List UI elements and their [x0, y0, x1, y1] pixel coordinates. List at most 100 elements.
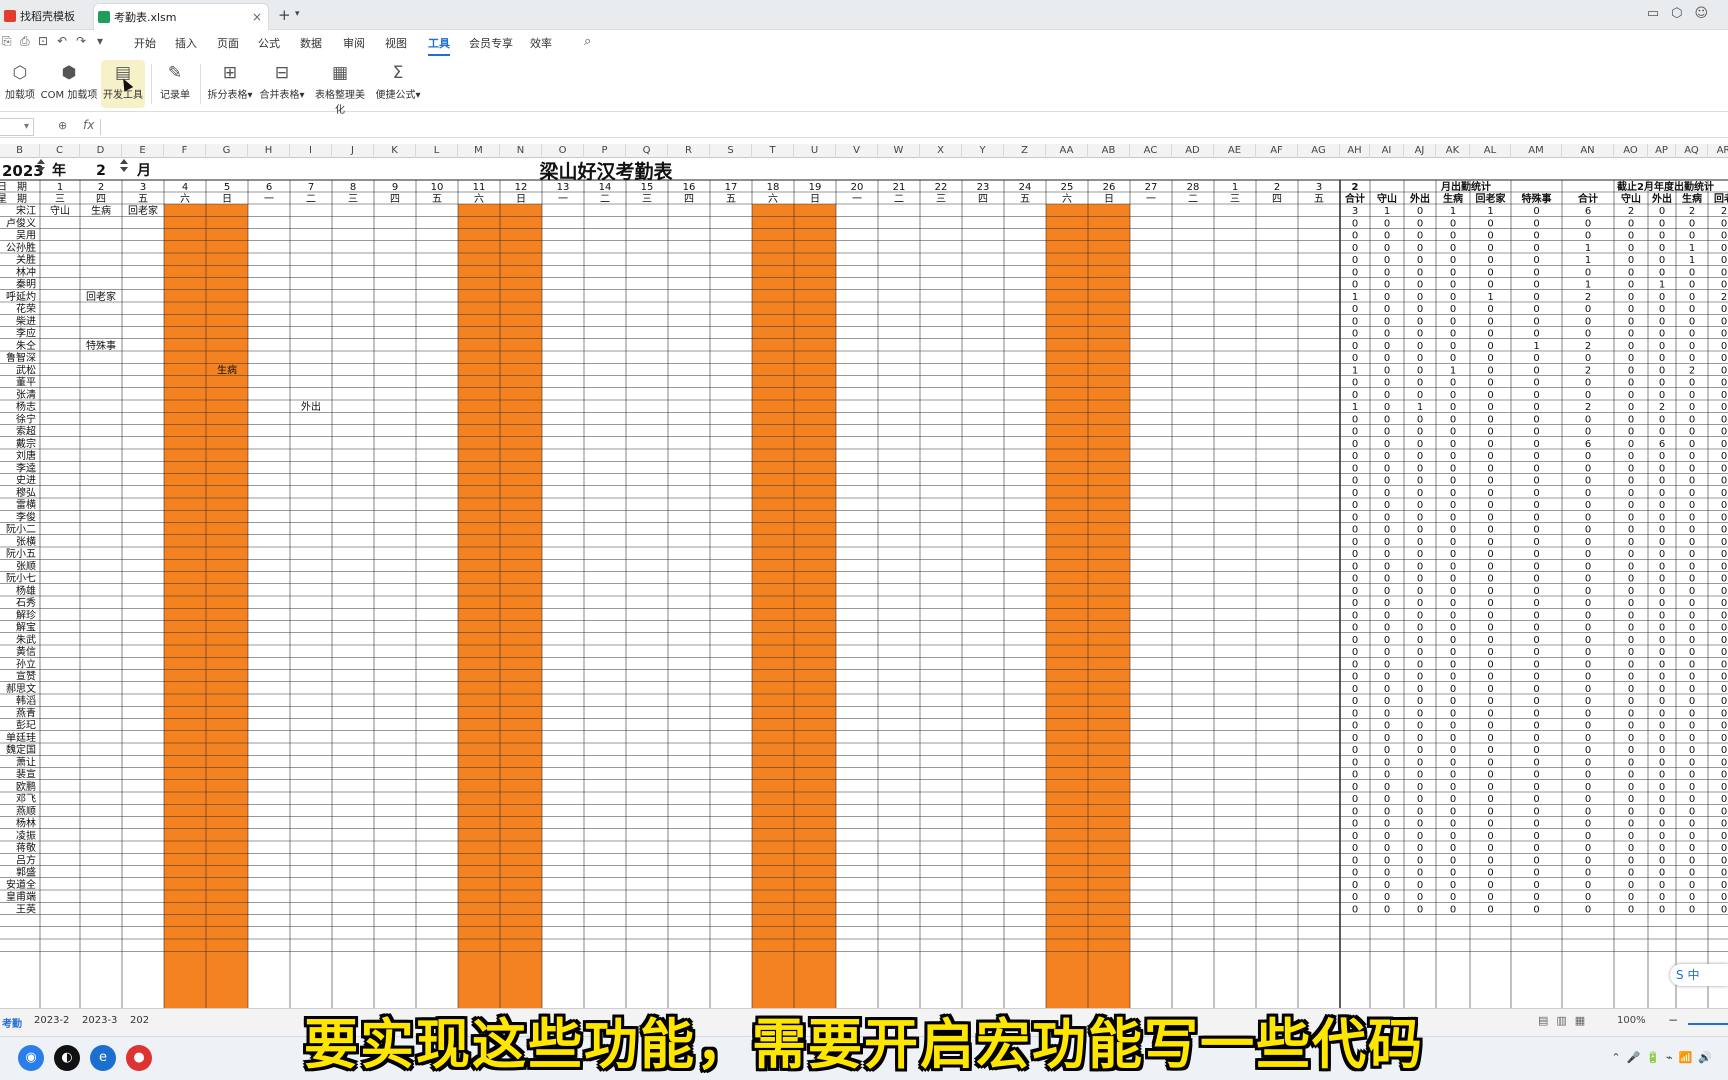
- monthly-stat-value: 0: [1487, 500, 1493, 511]
- column-header[interactable]: E: [122, 144, 164, 158]
- employee-name: 张横: [16, 535, 36, 548]
- column-header[interactable]: AB: [1088, 144, 1130, 158]
- chevron-down-icon[interactable]: ▾: [295, 9, 300, 19]
- column-header[interactable]: AA: [1046, 144, 1088, 158]
- menu-item[interactable]: 数据: [300, 35, 322, 51]
- spreadsheet-grid[interactable]: 2023 年 2 月梁山好汉考勤表日 期星 期 1 2 3 4 5 6 7 8 9 10 11 12 13 14 1…: [0, 158, 1728, 1008]
- menu-item[interactable]: 工具: [428, 35, 450, 56]
- attendance-entry: 守山: [50, 204, 70, 217]
- print-icon[interactable]: ⎙: [20, 34, 30, 49]
- day-number: 11: [473, 182, 486, 193]
- column-header[interactable]: I: [290, 144, 332, 158]
- menu-item[interactable]: 插入: [175, 35, 197, 51]
- ytd-stat-value: 0: [1628, 855, 1634, 866]
- column-header[interactable]: V: [836, 144, 878, 158]
- column-header[interactable]: G: [206, 144, 248, 158]
- ime-indicator[interactable]: S 中: [1670, 964, 1728, 986]
- column-header[interactable]: L: [416, 144, 458, 158]
- save-icon[interactable]: ⎘: [2, 34, 12, 49]
- column-header[interactable]: Q: [626, 144, 668, 158]
- table-beautify-button[interactable]: ▦ 表格整理美化: [311, 60, 369, 116]
- column-header[interactable]: AP: [1648, 144, 1676, 158]
- column-header[interactable]: U: [794, 144, 836, 158]
- ribbon-toolbar: ⬡ 加载项 ⬢ COM 加载项 ▤ 开发工具 ✎ 记录单 ⊞ 拆分表格▾ ⊟ 合并表格▾ ▦…: [0, 58, 1728, 116]
- fx-icon[interactable]: fx: [83, 118, 94, 132]
- new-tab-button[interactable]: +: [278, 6, 291, 24]
- tab-template[interactable]: 找稻壳模板: [0, 3, 92, 30]
- column-header[interactable]: Z: [1004, 144, 1046, 158]
- menu-item[interactable]: 视图: [385, 35, 407, 51]
- monthly-stat-value: 1: [1417, 402, 1423, 413]
- menu-item[interactable]: 审阅: [343, 35, 365, 51]
- column-header[interactable]: H: [248, 144, 290, 158]
- column-header[interactable]: AH: [1340, 144, 1370, 158]
- tab-workbook[interactable]: 考勤表.xlsm ×: [93, 3, 269, 30]
- column-header[interactable]: B: [0, 144, 40, 158]
- zoom-icon[interactable]: ⊕: [58, 119, 67, 132]
- name-box[interactable]: ▾: [0, 118, 34, 136]
- window-controls[interactable]: ▭⬡☺: [1647, 6, 1720, 21]
- attendance-entry: 特殊事: [86, 339, 116, 352]
- column-header[interactable]: AF: [1256, 144, 1298, 158]
- column-header[interactable]: M: [458, 144, 500, 158]
- column-header[interactable]: AI: [1370, 144, 1404, 158]
- ytd-stat-value: 0: [1721, 451, 1727, 462]
- column-header[interactable]: C: [40, 144, 80, 158]
- ytd-stat-value: 0: [1659, 831, 1665, 842]
- column-header[interactable]: K: [374, 144, 416, 158]
- undo-icon[interactable]: ↶: [57, 34, 67, 48]
- menu-item[interactable]: 页面: [217, 35, 239, 51]
- merge-table-button[interactable]: ⊟ 合并表格▾: [259, 60, 305, 108]
- column-header[interactable]: O: [542, 144, 584, 158]
- column-header[interactable]: X: [920, 144, 962, 158]
- column-header[interactable]: AL: [1470, 144, 1511, 158]
- column-header[interactable]: AC: [1130, 144, 1172, 158]
- split-table-button[interactable]: ⊞ 拆分表格▾: [207, 60, 253, 108]
- column-header[interactable]: W: [878, 144, 920, 158]
- close-icon[interactable]: ×: [252, 4, 262, 31]
- column-header[interactable]: P: [584, 144, 626, 158]
- ytd-stat-value: 0: [1659, 855, 1665, 866]
- monthly-stat-value: 0: [1487, 525, 1493, 536]
- monthly-stat-value: 0: [1487, 561, 1493, 572]
- column-header[interactable]: AM: [1511, 144, 1562, 158]
- ytd-stat-value: 0: [1585, 659, 1591, 670]
- preview-icon[interactable]: ⊡: [38, 34, 48, 48]
- record-form-button[interactable]: ✎ 记录单: [158, 60, 192, 108]
- column-header[interactable]: D: [80, 144, 122, 158]
- column-header[interactable]: AQ: [1676, 144, 1708, 158]
- column-header[interactable]: R: [668, 144, 710, 158]
- column-header[interactable]: AN: [1562, 144, 1614, 158]
- search-icon[interactable]: ⌕: [584, 34, 591, 49]
- column-header[interactable]: Y: [962, 144, 1004, 158]
- menu-item[interactable]: 效率: [530, 35, 552, 51]
- column-header[interactable]: S: [710, 144, 752, 158]
- menu-item[interactable]: 公式: [258, 35, 280, 51]
- monthly-stat-value: 0: [1417, 561, 1423, 572]
- employee-name: 穆弘: [16, 486, 36, 499]
- menu-item[interactable]: 会员专享: [469, 35, 513, 51]
- menu-item[interactable]: 开始: [134, 35, 156, 51]
- column-header[interactable]: F: [164, 144, 206, 158]
- column-header[interactable]: AJ: [1404, 144, 1436, 158]
- monthly-stat-value: 0: [1384, 868, 1390, 879]
- com-addins-button[interactable]: ⬢ COM 加载项: [40, 60, 98, 108]
- column-header[interactable]: AD: [1172, 144, 1214, 158]
- column-header[interactable]: J: [332, 144, 374, 158]
- ytd-stat-value: 0: [1721, 525, 1727, 536]
- column-header[interactable]: AO: [1614, 144, 1648, 158]
- chevron-down-icon[interactable]: ▾: [97, 34, 103, 48]
- quick-formula-button[interactable]: Σ 便捷公式▾: [374, 60, 422, 108]
- monthly-stat-value: 0: [1417, 696, 1423, 707]
- ytd-stat-value: 0: [1721, 255, 1727, 266]
- ytd-stat-value: 2: [1585, 341, 1591, 352]
- column-header[interactable]: AK: [1436, 144, 1470, 158]
- column-header[interactable]: T: [752, 144, 794, 158]
- column-header[interactable]: AG: [1298, 144, 1340, 158]
- column-header[interactable]: N: [500, 144, 542, 158]
- addins-button[interactable]: ⬡ 加载项: [4, 60, 36, 108]
- monthly-stat-value: 0: [1384, 451, 1390, 462]
- redo-icon[interactable]: ↷: [76, 34, 86, 48]
- column-header[interactable]: AR: [1708, 144, 1728, 158]
- column-header[interactable]: AE: [1214, 144, 1256, 158]
